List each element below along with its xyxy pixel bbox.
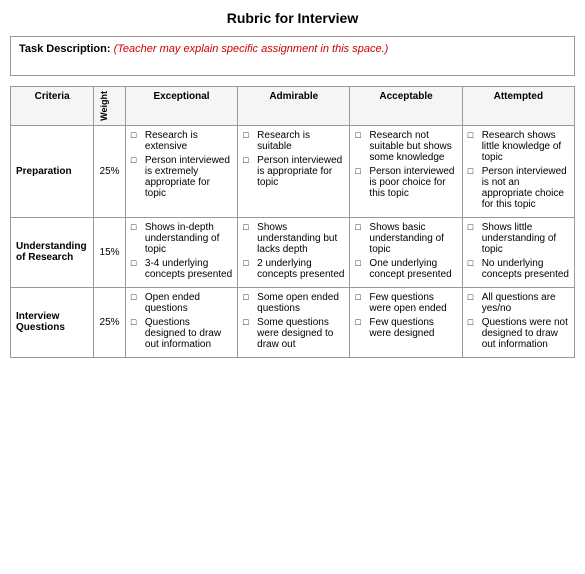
admirable-cell: Some open ended questions Some questions … <box>238 287 350 357</box>
weight-cell: 25% <box>94 287 126 357</box>
list-item: Some questions were designed to draw out <box>243 317 344 350</box>
header-criteria: Criteria <box>11 87 94 126</box>
rubric-table: Criteria Weight Exceptional Admirable Ac… <box>10 86 575 358</box>
task-value: (Teacher may explain specific assignment… <box>114 43 389 55</box>
header-attempted: Attempted <box>462 87 574 126</box>
task-description-box: Task Description: (Teacher may explain s… <box>10 36 575 76</box>
weight-cell: 15% <box>94 217 126 287</box>
list-item: Shows basic understanding of topic <box>355 222 456 255</box>
list-item: Research not suitable but shows some kno… <box>355 130 456 163</box>
attempted-cell: All questions are yes/no Questions were n… <box>462 287 574 357</box>
page-title: Rubric for Interview <box>10 10 575 26</box>
exceptional-cell: Shows in-depth understanding of topic 3-4… <box>125 217 237 287</box>
attempted-cell: Shows little understanding of topic No un… <box>462 217 574 287</box>
list-item: Research is extensive <box>131 130 232 152</box>
criteria-cell: Interview Questions <box>11 287 94 357</box>
admirable-cell: Research is suitable Person interviewed i… <box>238 125 350 217</box>
table-row: Understanding of Research15%Shows in-dep… <box>11 217 575 287</box>
list-item: Open ended questions <box>131 292 232 314</box>
list-item: Person interviewed is appropriate for to… <box>243 155 344 188</box>
list-item: Few questions were designed <box>355 317 456 339</box>
acceptable-cell: Few questions were open ended Few questio… <box>350 287 462 357</box>
header-admirable: Admirable <box>238 87 350 126</box>
list-item: 3-4 underlying concepts presented <box>131 258 232 280</box>
list-item: Research is suitable <box>243 130 344 152</box>
list-item: Shows in-depth understanding of topic <box>131 222 232 255</box>
list-item: Some open ended questions <box>243 292 344 314</box>
list-item: One underlying concept presented <box>355 258 456 280</box>
list-item: Person interviewed is poor choice for th… <box>355 166 456 199</box>
list-item: Questions were not designed to draw out … <box>468 317 569 350</box>
weight-cell: 25% <box>94 125 126 217</box>
exceptional-cell: Research is extensive Person interviewed … <box>125 125 237 217</box>
list-item: 2 underlying concepts presented <box>243 258 344 280</box>
task-label: Task Description: <box>19 43 111 55</box>
list-item: No underlying concepts presented <box>468 258 569 280</box>
acceptable-cell: Research not suitable but shows some kno… <box>350 125 462 217</box>
attempted-cell: Research shows little knowledge of topic… <box>462 125 574 217</box>
table-row: Preparation25%Research is extensive Perso… <box>11 125 575 217</box>
list-item: Person interviewed is not an appropriate… <box>468 166 569 210</box>
list-item: All questions are yes/no <box>468 292 569 314</box>
table-row: Interview Questions25%Open ended questio… <box>11 287 575 357</box>
criteria-cell: Understanding of Research <box>11 217 94 287</box>
acceptable-cell: Shows basic understanding of topic One un… <box>350 217 462 287</box>
header-weight: Weight <box>94 87 126 126</box>
header-exceptional: Exceptional <box>125 87 237 126</box>
list-item: Questions designed to draw out informati… <box>131 317 232 350</box>
list-item: Research shows little knowledge of topic <box>468 130 569 163</box>
criteria-cell: Preparation <box>11 125 94 217</box>
list-item: Person interviewed is extremely appropri… <box>131 155 232 199</box>
header-acceptable: Acceptable <box>350 87 462 126</box>
list-item: Few questions were open ended <box>355 292 456 314</box>
exceptional-cell: Open ended questions Questions designed t… <box>125 287 237 357</box>
list-item: Shows understanding but lacks depth <box>243 222 344 255</box>
admirable-cell: Shows understanding but lacks depth 2 und… <box>238 217 350 287</box>
list-item: Shows little understanding of topic <box>468 222 569 255</box>
